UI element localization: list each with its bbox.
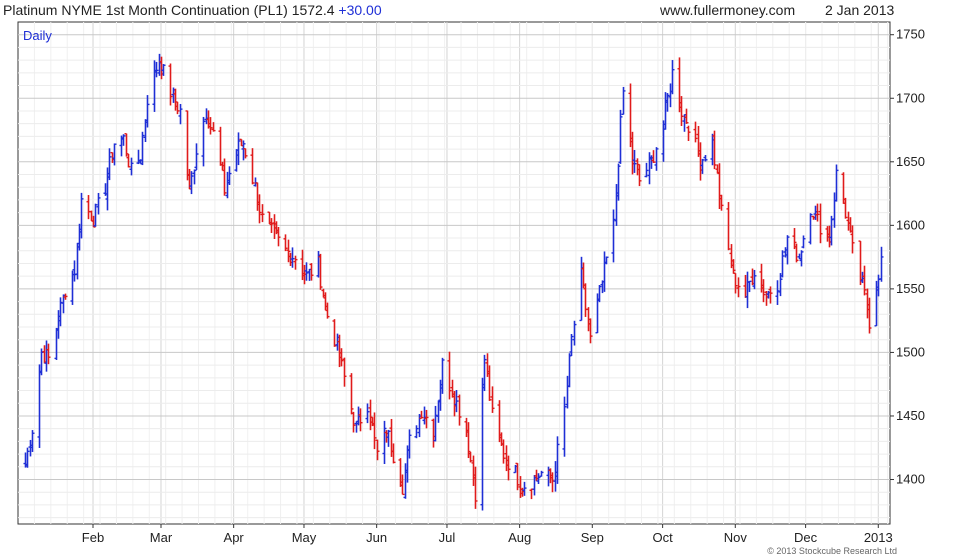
x-tick-label: Oct xyxy=(653,530,674,545)
x-tick-label: 2013 xyxy=(864,530,893,545)
x-tick-label: Mar xyxy=(150,530,173,545)
copyright-text: © 2013 Stockcube Research Ltd xyxy=(767,546,897,556)
x-tick-label: Dec xyxy=(794,530,818,545)
y-tick-label: 1700 xyxy=(896,90,925,105)
x-tick-label: May xyxy=(292,530,317,545)
y-axis-ticks: 1400 1450 1500 1550 1600 1650 1700 1750 xyxy=(890,27,925,487)
y-tick-label: 1600 xyxy=(896,217,925,232)
x-tick-label: Apr xyxy=(224,530,245,545)
x-tick-label: Aug xyxy=(508,530,531,545)
y-tick-label: 1450 xyxy=(896,408,925,423)
x-tick-label: Jul xyxy=(439,530,456,545)
x-tick-label: Nov xyxy=(724,530,748,545)
price-chart: 1400 1450 1500 1550 1600 1650 1700 1750 Feb Mar A… xyxy=(17,21,925,556)
x-tick-label: Feb xyxy=(82,530,104,545)
x-tick-label: Sep xyxy=(581,530,604,545)
x-tick-label: Jun xyxy=(366,530,387,545)
y-tick-label: 1500 xyxy=(896,344,925,359)
x-axis-ticks: Feb Mar Apr May Jun Jul Aug Sep Oct Nov Dec 2013 xyxy=(82,524,893,545)
y-tick-label: 1400 xyxy=(896,472,925,487)
period-label: Daily xyxy=(23,28,52,43)
y-tick-label: 1550 xyxy=(896,281,925,296)
y-tick-label: 1750 xyxy=(896,27,925,42)
y-tick-label: 1650 xyxy=(896,154,925,169)
